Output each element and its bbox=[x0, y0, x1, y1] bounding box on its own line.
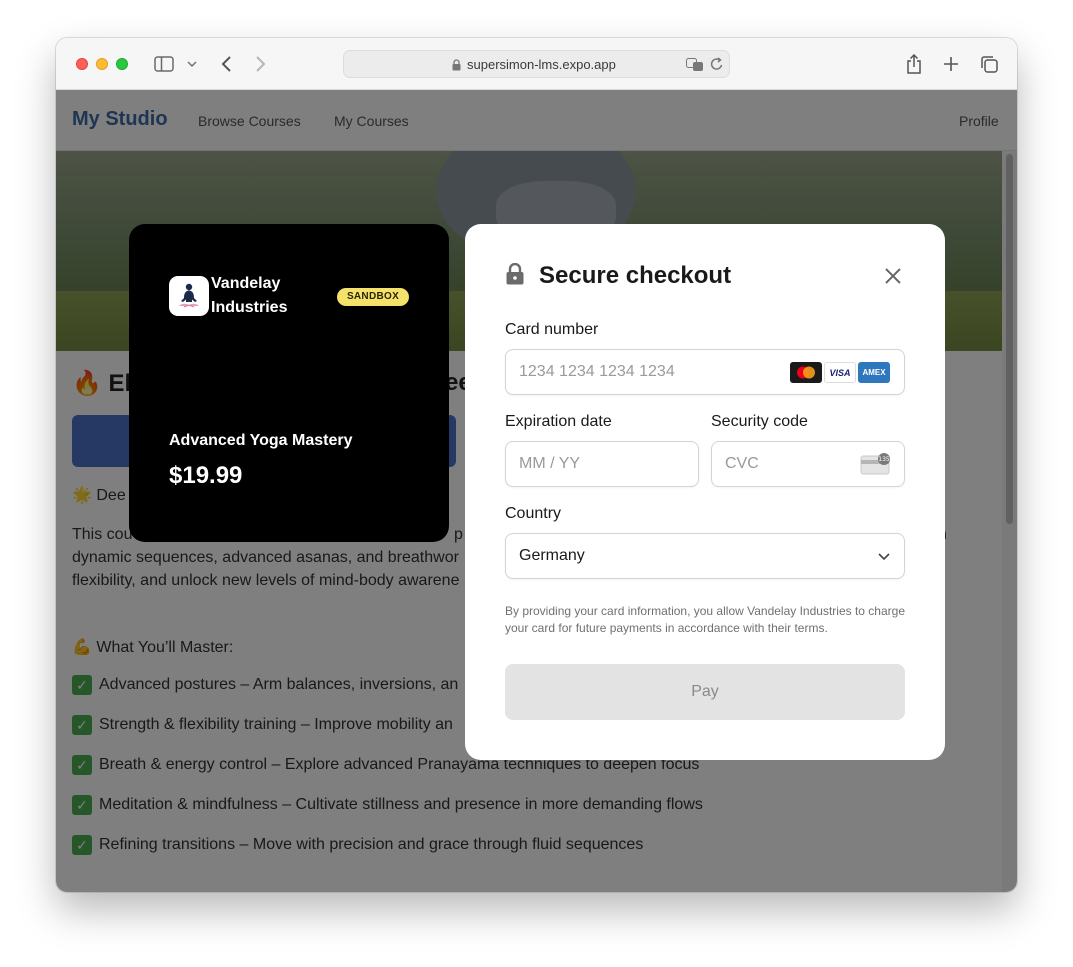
svg-text:135: 135 bbox=[878, 456, 890, 463]
card-number-label: Card number bbox=[505, 321, 599, 338]
back-icon[interactable] bbox=[216, 52, 236, 76]
security-code-input[interactable]: CVC 135 bbox=[711, 441, 905, 487]
product-summary-card: Vandelay Industries SANDBOX Advanced Yog… bbox=[129, 224, 449, 542]
forward-icon[interactable] bbox=[251, 52, 271, 76]
mastercard-icon bbox=[790, 362, 822, 383]
tab-overview-icon[interactable] bbox=[978, 52, 1000, 76]
zoom-window-button[interactable] bbox=[116, 58, 128, 70]
sidebar-toggle-icon[interactable] bbox=[153, 52, 175, 76]
chevron-down-icon[interactable] bbox=[185, 52, 199, 76]
address-bar[interactable]: supersimon-lms.expo.app bbox=[343, 50, 730, 78]
lock-icon bbox=[452, 59, 461, 71]
close-window-button[interactable] bbox=[76, 58, 88, 70]
cvc-card-icon: 135 bbox=[860, 453, 890, 475]
minimize-window-button[interactable] bbox=[96, 58, 108, 70]
expiration-input[interactable]: MM / YY bbox=[505, 441, 699, 487]
close-icon[interactable] bbox=[883, 266, 903, 286]
visa-icon: VISA bbox=[824, 362, 856, 383]
browser-toolbar: supersimon-lms.expo.app bbox=[56, 38, 1017, 90]
security-code-label: Security code bbox=[711, 413, 808, 430]
pay-button[interactable]: Pay bbox=[505, 664, 905, 720]
reload-icon[interactable] bbox=[710, 57, 724, 72]
sandbox-badge: SANDBOX bbox=[337, 288, 409, 306]
country-select[interactable]: Germany bbox=[505, 533, 905, 579]
product-price: $19.99 bbox=[169, 462, 243, 489]
share-icon[interactable] bbox=[904, 52, 924, 76]
lock-icon bbox=[506, 263, 524, 285]
new-tab-icon[interactable] bbox=[941, 52, 961, 76]
amex-icon: AMEX bbox=[858, 362, 890, 383]
checkout-title: Secure checkout bbox=[539, 262, 732, 289]
chevron-down-icon bbox=[878, 553, 890, 561]
card-authorization-notice: By providing your card information, you … bbox=[505, 604, 905, 635]
url-text: supersimon-lms.expo.app bbox=[467, 57, 616, 72]
meditation-icon bbox=[179, 283, 199, 308]
checkout-modal: Secure checkout Card number 1234 1234 12… bbox=[465, 224, 945, 760]
card-number-input[interactable]: 1234 1234 1234 1234 VISA AMEX bbox=[505, 349, 905, 395]
product-name: Advanced Yoga Mastery bbox=[169, 432, 353, 449]
expiration-label: Expiration date bbox=[505, 413, 612, 430]
browser-window: supersimon-lms.expo.app My Studio Browse… bbox=[56, 38, 1017, 892]
translate-icon[interactable] bbox=[686, 58, 704, 72]
merchant-logo bbox=[169, 276, 209, 316]
country-label: Country bbox=[505, 505, 562, 522]
merchant-name: Vandelay Industries bbox=[211, 275, 288, 316]
